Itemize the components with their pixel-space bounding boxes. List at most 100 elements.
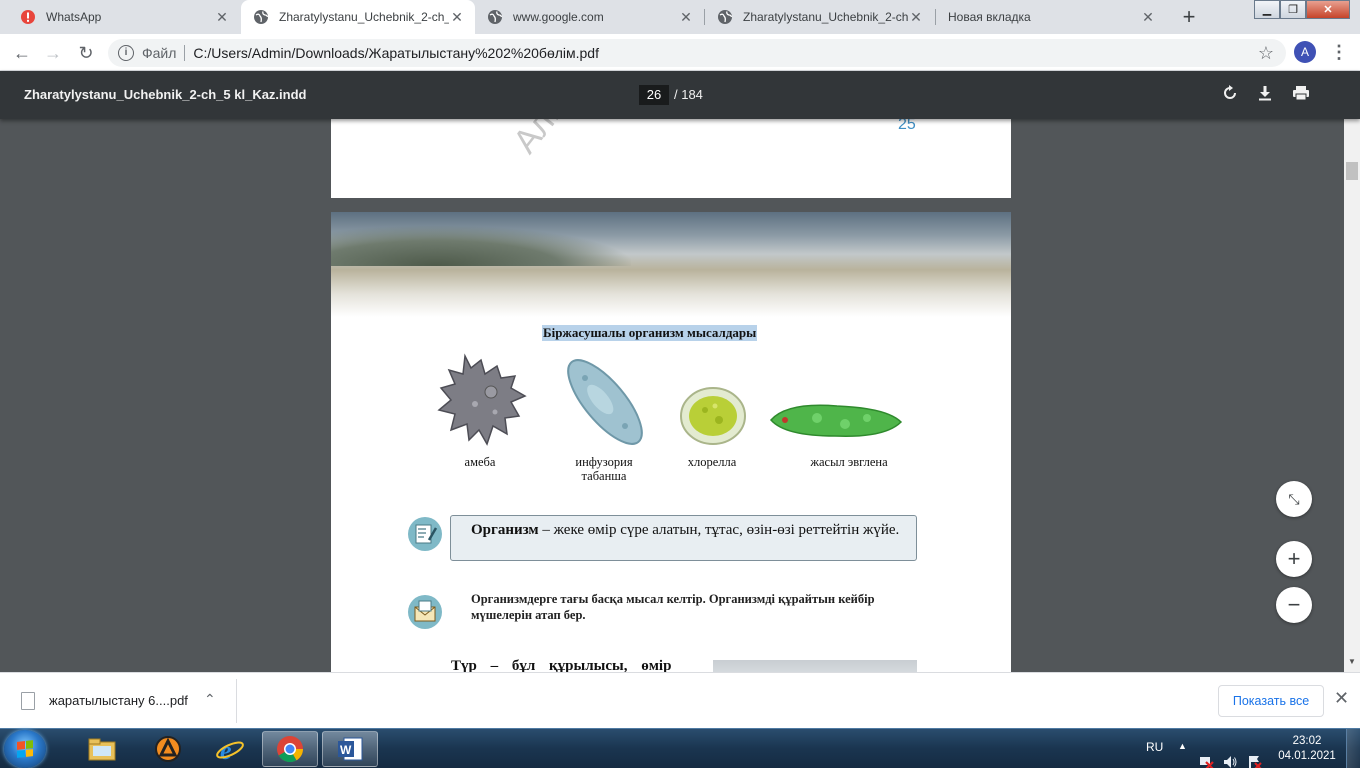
organism-label: амеба xyxy=(464,455,496,469)
word-icon: W xyxy=(338,737,363,761)
tab-google[interactable]: www.google.com ✕ xyxy=(475,0,704,34)
maximize-button[interactable]: ❐ xyxy=(1280,0,1306,19)
paramecium-image xyxy=(567,359,643,445)
back-button[interactable]: ← xyxy=(9,40,35,66)
show-hidden-icons[interactable]: ▲ xyxy=(1178,741,1187,768)
window-close-button[interactable]: ✕ xyxy=(1306,0,1350,19)
rotate-icon xyxy=(1224,85,1236,99)
close-icon[interactable]: ✕ xyxy=(678,9,694,25)
close-icon[interactable]: ✕ xyxy=(214,9,230,25)
task-text: Организмдерге тағы басқа мысал келтір. О… xyxy=(471,592,875,622)
browser-menu-icon[interactable]: ⋮ xyxy=(1330,39,1348,65)
reload-button[interactable]: ↻ xyxy=(73,40,99,66)
pdf-page-previous: Алматы 25 xyxy=(331,119,1011,198)
amoeba-image xyxy=(437,353,527,446)
chevron-up-icon[interactable]: ⌃ xyxy=(204,691,216,708)
zoom-out-button[interactable]: − xyxy=(1276,587,1312,623)
volume-icon[interactable] xyxy=(1222,742,1238,768)
omnibox-divider xyxy=(184,45,186,61)
globe-icon xyxy=(718,10,733,24)
page-total: / 184 xyxy=(674,87,703,102)
reload-icon: ↻ xyxy=(78,43,94,63)
vertical-scrollbar[interactable]: ▲ ▼ xyxy=(1344,71,1360,672)
chrome-icon xyxy=(277,736,304,763)
pdf-page-current: Біржасушалы организм мысалдары амеба инф… xyxy=(331,212,1011,672)
show-desktop-button[interactable] xyxy=(1346,729,1360,768)
pdf-viewer[interactable]: Алматы 25 Біржасушалы организм мысалдары xyxy=(0,119,1344,672)
body-text-line: Түр – бұл құрылысы, өмір xyxy=(451,658,672,672)
close-icon[interactable]: ✕ xyxy=(449,9,465,25)
minus-icon: − xyxy=(1287,592,1301,617)
close-icon[interactable]: ✕ xyxy=(1334,688,1349,709)
pdf-title: Zharatylystanu_Uchebnik_2-ch_5 kl_Kaz.in… xyxy=(24,87,307,102)
scroll-thumb[interactable] xyxy=(1346,162,1358,180)
bookmark-star-icon[interactable]: ☆ xyxy=(1258,43,1274,64)
organism-label: инфузория табанша xyxy=(575,455,633,483)
clock-time: 23:02 xyxy=(1292,735,1322,747)
arrow-right-icon: → xyxy=(44,43,62,63)
plus-icon: + xyxy=(1287,546,1301,571)
network-disconnected-icon[interactable] xyxy=(1198,742,1214,768)
landscape-banner xyxy=(331,212,1011,317)
page-number-input[interactable]: 26 xyxy=(639,85,669,105)
svg-text:W: W xyxy=(340,743,352,757)
fit-page-button[interactable]: ⤡ xyxy=(1276,481,1312,517)
shelf-divider xyxy=(236,679,237,723)
tab-title: Новая вкладка xyxy=(948,10,1031,24)
pdf-toolbar: Zharatylystanu_Uchebnik_2-ch_5 kl_Kaz.in… xyxy=(0,71,1360,119)
organism-label: жасыл эвглена xyxy=(810,455,888,469)
envelope-task-icon xyxy=(408,595,442,629)
caption-title: Біржасушалы организм мысалдары xyxy=(542,325,758,341)
download-button[interactable] xyxy=(1253,83,1277,107)
profile-avatar[interactable]: A xyxy=(1294,41,1316,63)
show-all-button[interactable]: Показать все xyxy=(1218,685,1324,717)
organism-label: хлорелла xyxy=(687,455,737,469)
tab-whatsapp[interactable]: WhatsApp ✕ xyxy=(8,0,240,34)
taskbar-avast[interactable] xyxy=(140,731,196,767)
windows-logo-icon xyxy=(17,740,33,758)
system-clock[interactable]: 23:02 04.01.2021 xyxy=(1272,734,1342,764)
globe-icon xyxy=(488,10,503,24)
minimize-button[interactable]: ▁ xyxy=(1254,0,1280,19)
avast-icon xyxy=(155,736,181,762)
watermark: Алматы xyxy=(506,119,613,161)
info-icon[interactable]: i xyxy=(118,45,134,61)
browser-toolbar: ← → ↻ i Файл C:/Users/Admin/Downloads/Жа… xyxy=(0,34,1360,71)
scroll-down-icon[interactable]: ▼ xyxy=(1344,657,1360,666)
language-indicator[interactable]: RU xyxy=(1146,740,1163,768)
address-bar[interactable]: i Файл C:/Users/Admin/Downloads/Жаратылы… xyxy=(108,39,1286,67)
tab-title: WhatsApp xyxy=(46,10,102,24)
download-icon xyxy=(1259,86,1271,101)
tab-pdf-duplicate[interactable]: Zharatylystanu_Uchebnik_2-ch_ ✕ xyxy=(705,0,934,34)
fit-page-icon: ⤡ xyxy=(1288,491,1300,507)
download-item[interactable]: жаратылыстану 6....pdf xyxy=(49,693,188,708)
tab-pdf-active[interactable]: Zharatylystanu_Uchebnik_2-ch_ ✕ xyxy=(241,0,475,34)
start-button[interactable] xyxy=(4,730,46,768)
clock-date: 04.01.2021 xyxy=(1278,750,1336,762)
new-tab-button[interactable]: + xyxy=(1176,5,1202,31)
action-center-flag-icon[interactable] xyxy=(1246,742,1262,768)
taskbar-word[interactable]: W xyxy=(322,731,378,767)
tab-title: Zharatylystanu_Uchebnik_2-ch_ xyxy=(279,10,449,24)
taskbar-explorer[interactable] xyxy=(74,731,130,767)
file-explorer-icon xyxy=(88,738,116,761)
print-button[interactable] xyxy=(1289,83,1313,107)
tab-title: www.google.com xyxy=(513,10,604,24)
chlorella-image xyxy=(680,387,746,445)
close-icon[interactable]: ✕ xyxy=(1140,9,1156,25)
zoom-in-button[interactable]: + xyxy=(1276,541,1312,577)
tab-strip: WhatsApp ✕ Zharatylystanu_Uchebnik_2-ch_… xyxy=(0,0,1360,34)
download-shelf: жаратылыстану 6....pdf ⌃ Показать все ✕ xyxy=(0,672,1360,728)
forward-button[interactable]: → xyxy=(40,40,66,66)
definition-text: – жеке өмір сүре алатын, тұтас, өзін-өзі… xyxy=(538,522,900,538)
taskbar-ie[interactable]: e xyxy=(202,731,258,767)
window-controls: ▁ ❐ ✕ xyxy=(1254,0,1350,20)
globe-icon xyxy=(254,10,269,24)
definition-term: Организм xyxy=(471,522,539,538)
tab-new[interactable]: Новая вкладка ✕ xyxy=(936,0,1166,34)
scheme-label: Файл xyxy=(142,45,177,61)
rotate-button[interactable] xyxy=(1218,83,1242,107)
url-text: C:/Users/Admin/Downloads/Жаратылыстану%2… xyxy=(193,45,599,61)
close-icon[interactable]: ✕ xyxy=(908,9,924,25)
taskbar-chrome[interactable] xyxy=(262,731,318,767)
